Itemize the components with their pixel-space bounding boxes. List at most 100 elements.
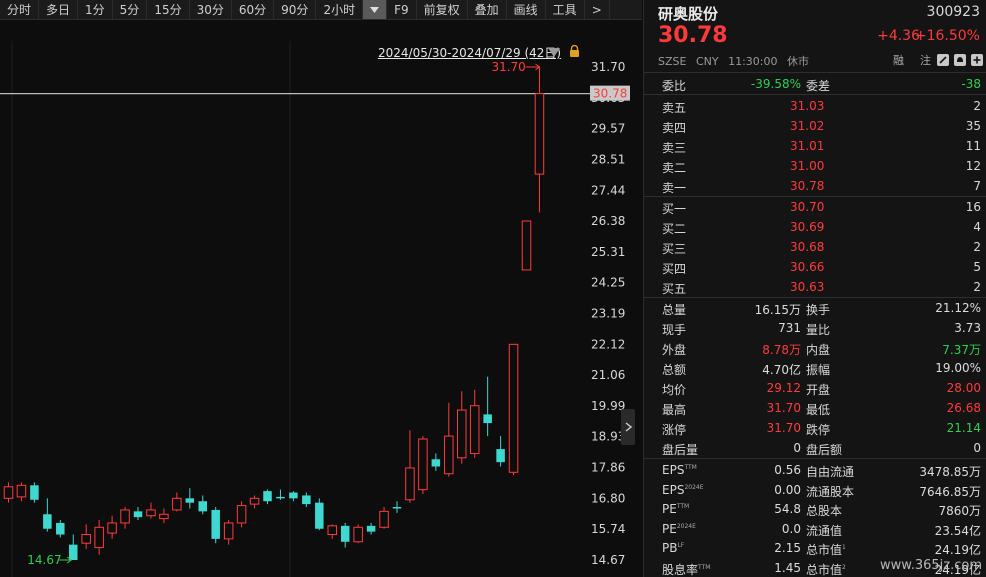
- weibi-label: 委比: [662, 79, 687, 93]
- stat-label: 最高: [662, 403, 687, 417]
- fundamental-row: PETTM 54.8 总股本 7860万: [644, 499, 986, 519]
- candle-body: [315, 502, 324, 529]
- stat-value: 731: [778, 321, 801, 335]
- candle-body: [366, 525, 376, 532]
- margin-tag[interactable]: 融: [893, 52, 904, 68]
- bell-icon[interactable]: [954, 54, 966, 66]
- fundamental-label: 总市值2: [806, 562, 846, 577]
- ask-row[interactable]: 卖四 31.02 35: [644, 116, 986, 136]
- candle-body: [302, 495, 311, 505]
- toolbar-button[interactable]: >: [585, 0, 610, 19]
- period-tab[interactable]: 分时: [0, 0, 40, 19]
- period-tab[interactable]: 2小时: [316, 0, 364, 19]
- fundamental-label: EPSTTM: [662, 463, 697, 477]
- candle-body: [159, 513, 169, 520]
- toolbar-button[interactable]: 前复权: [417, 0, 468, 19]
- period-tab[interactable]: 5分: [113, 0, 148, 19]
- y-tick-label: 17.86: [591, 461, 625, 475]
- ask-row[interactable]: 卖五 31.03 2: [644, 96, 986, 116]
- bid-row[interactable]: 买三 30.68 2: [644, 237, 986, 257]
- period-tab[interactable]: 90分: [274, 0, 317, 19]
- fundamental-value: 0.56: [774, 463, 801, 477]
- price-change-pct: +16.50%: [914, 28, 980, 44]
- ask-row[interactable]: 卖一 30.78 7: [644, 176, 986, 196]
- toolbar-button[interactable]: F9: [387, 0, 417, 19]
- stat-label: 涨停: [662, 423, 687, 437]
- bid-price: 30.66: [790, 260, 825, 274]
- stock-name: 研奥股份: [658, 5, 719, 23]
- stat-label: 总额: [662, 363, 687, 377]
- candle-body: [133, 511, 143, 518]
- stats-row: 现手 731 量比 3.73: [644, 318, 986, 338]
- candle-body: [340, 525, 350, 542]
- candle-body: [405, 467, 415, 501]
- period-tab[interactable]: 1分: [78, 0, 113, 19]
- bid-row[interactable]: 买四 30.66 5: [644, 257, 986, 277]
- add-icon[interactable]: [971, 54, 983, 66]
- candle-body: [469, 405, 480, 454]
- fundamental-row: PBLF 2.15 总市值1 24.19亿: [644, 538, 986, 558]
- candle-body: [146, 509, 156, 517]
- candle-body: [483, 414, 492, 424]
- bid-row[interactable]: 买二 30.69 4: [644, 217, 986, 237]
- ask-price: 31.00: [790, 159, 825, 173]
- bid-label: 买四: [662, 262, 687, 276]
- candle-body: [289, 492, 298, 499]
- stat-label: 内盘: [806, 343, 831, 357]
- stat-label: 开盘: [806, 383, 831, 397]
- toolbar-button[interactable]: 叠加: [468, 0, 507, 19]
- caret-down-icon: [370, 6, 380, 13]
- ask-volume: 7: [973, 179, 981, 193]
- kline-chart[interactable]: 31.7030.6329.5728.5127.4426.3825.3124.25…: [0, 21, 642, 577]
- last-price: 30.78: [658, 23, 728, 48]
- fundamental-value: 0.0: [781, 521, 801, 536]
- fundamental-label: PETTM: [662, 502, 690, 516]
- ask-volume: 2: [973, 99, 981, 113]
- bid-row[interactable]: 买五 30.63 2: [644, 277, 986, 297]
- date-range-label[interactable]: 2024/05/30-2024/07/29 (42日): [378, 44, 561, 61]
- collapse-panel-button[interactable]: [621, 409, 635, 445]
- ask-row[interactable]: 卖三 31.01 11: [644, 136, 986, 156]
- candle-body: [30, 485, 39, 500]
- divider: [644, 72, 986, 73]
- period-tab[interactable]: 多日: [39, 0, 79, 19]
- toolbar-button[interactable]: 工具: [546, 0, 585, 19]
- edit-icon[interactable]: [937, 54, 949, 66]
- fundamental-label: 自由流通: [806, 465, 855, 479]
- period-dropdown-button[interactable]: [363, 0, 388, 19]
- bid-row[interactable]: 买一 30.70 16: [644, 197, 986, 217]
- ask-price: 31.02: [790, 119, 825, 133]
- period-tab[interactable]: 30分: [190, 0, 232, 19]
- candle-body: [223, 522, 234, 540]
- ask-row[interactable]: 卖二 31.00 12: [644, 156, 986, 176]
- caret-down-icon[interactable]: [548, 47, 560, 61]
- bid-label: 买二: [662, 222, 687, 236]
- stat-label: 总量: [662, 303, 687, 317]
- period-tab[interactable]: 60分: [232, 0, 275, 19]
- quote-meta: SZSE CNY 11:30:00 休市: [658, 53, 815, 69]
- stat-label: 换手: [806, 303, 831, 317]
- note-tag[interactable]: 注: [920, 52, 931, 68]
- y-tick-label: 31.70: [591, 60, 625, 74]
- ask-volume: 11: [965, 139, 981, 153]
- ask-label: 卖四: [662, 121, 687, 135]
- watermark-text: www.365jz.com: [880, 558, 982, 573]
- kline-chart-svg[interactable]: 31.7030.6329.5728.5127.4426.3825.3124.25…: [0, 21, 642, 577]
- candle-body: [81, 534, 91, 544]
- toolbar-button[interactable]: 画线: [507, 0, 546, 19]
- price-change: +4.36: [877, 28, 920, 44]
- bid-label: 买一: [662, 202, 687, 216]
- stat-value: 26.68: [946, 401, 981, 415]
- candle-body: [534, 93, 545, 175]
- fundamental-value: 23.54亿: [934, 523, 981, 538]
- stats-row: 总量 16.15万 换手 21.12%: [644, 298, 986, 318]
- lock-icon[interactable]: [569, 44, 580, 61]
- bid-label: 买五: [662, 282, 687, 296]
- candle-body: [56, 522, 65, 535]
- y-tick-label: 22.12: [591, 337, 625, 351]
- period-tab[interactable]: 15分: [147, 0, 190, 19]
- candle-body: [379, 510, 389, 528]
- candle-body: [444, 435, 454, 475]
- period-toolbar: 分时 多日 1分 5分 15分 30分 60分 90分 2小时 F9 前复权 叠加 画线 工具 >: [0, 0, 642, 20]
- stat-value: 7.37万: [942, 343, 981, 357]
